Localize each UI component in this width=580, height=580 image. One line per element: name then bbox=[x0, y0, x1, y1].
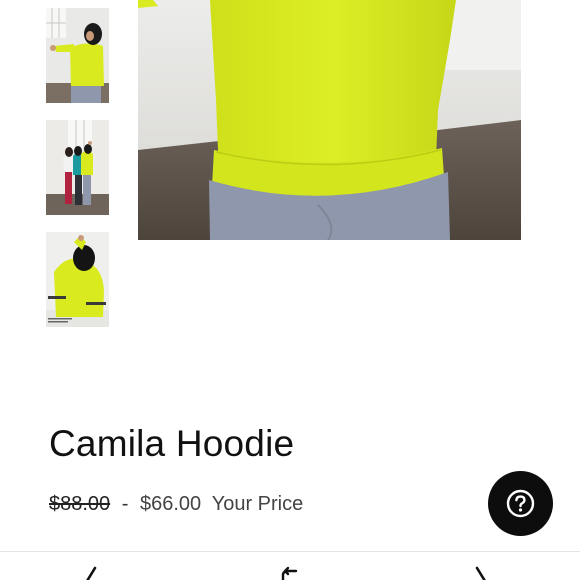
price-suffix: Your Price bbox=[211, 493, 304, 515]
chevron-left-icon bbox=[86, 566, 97, 580]
bottom-navigation-bar bbox=[0, 551, 580, 580]
sale-price: $66.00 bbox=[139, 493, 202, 515]
question-mark-icon bbox=[506, 489, 535, 518]
share-button[interactable] bbox=[279, 566, 301, 580]
original-price: $88.00 bbox=[49, 493, 111, 515]
forward-button[interactable] bbox=[470, 566, 492, 580]
price-row: $88.00 - $66.00 Your Price bbox=[49, 493, 303, 516]
main-product-image[interactable] bbox=[138, 0, 521, 240]
thumbnail-1[interactable] bbox=[46, 8, 109, 103]
thumbnail-2[interactable] bbox=[46, 120, 109, 215]
thumbnail-2-image bbox=[46, 120, 109, 215]
thumbnail-3[interactable] bbox=[46, 232, 109, 327]
product-title: Camila Hoodie bbox=[49, 423, 295, 464]
thumbnail-1-image bbox=[46, 8, 109, 103]
help-button[interactable] bbox=[488, 471, 553, 536]
main-product-photo bbox=[138, 0, 521, 240]
thumbnail-3-image bbox=[46, 232, 109, 327]
chevron-right-icon bbox=[475, 566, 486, 580]
share-icon bbox=[281, 566, 298, 580]
price-separator: - bbox=[121, 493, 129, 515]
back-button[interactable] bbox=[80, 566, 102, 580]
